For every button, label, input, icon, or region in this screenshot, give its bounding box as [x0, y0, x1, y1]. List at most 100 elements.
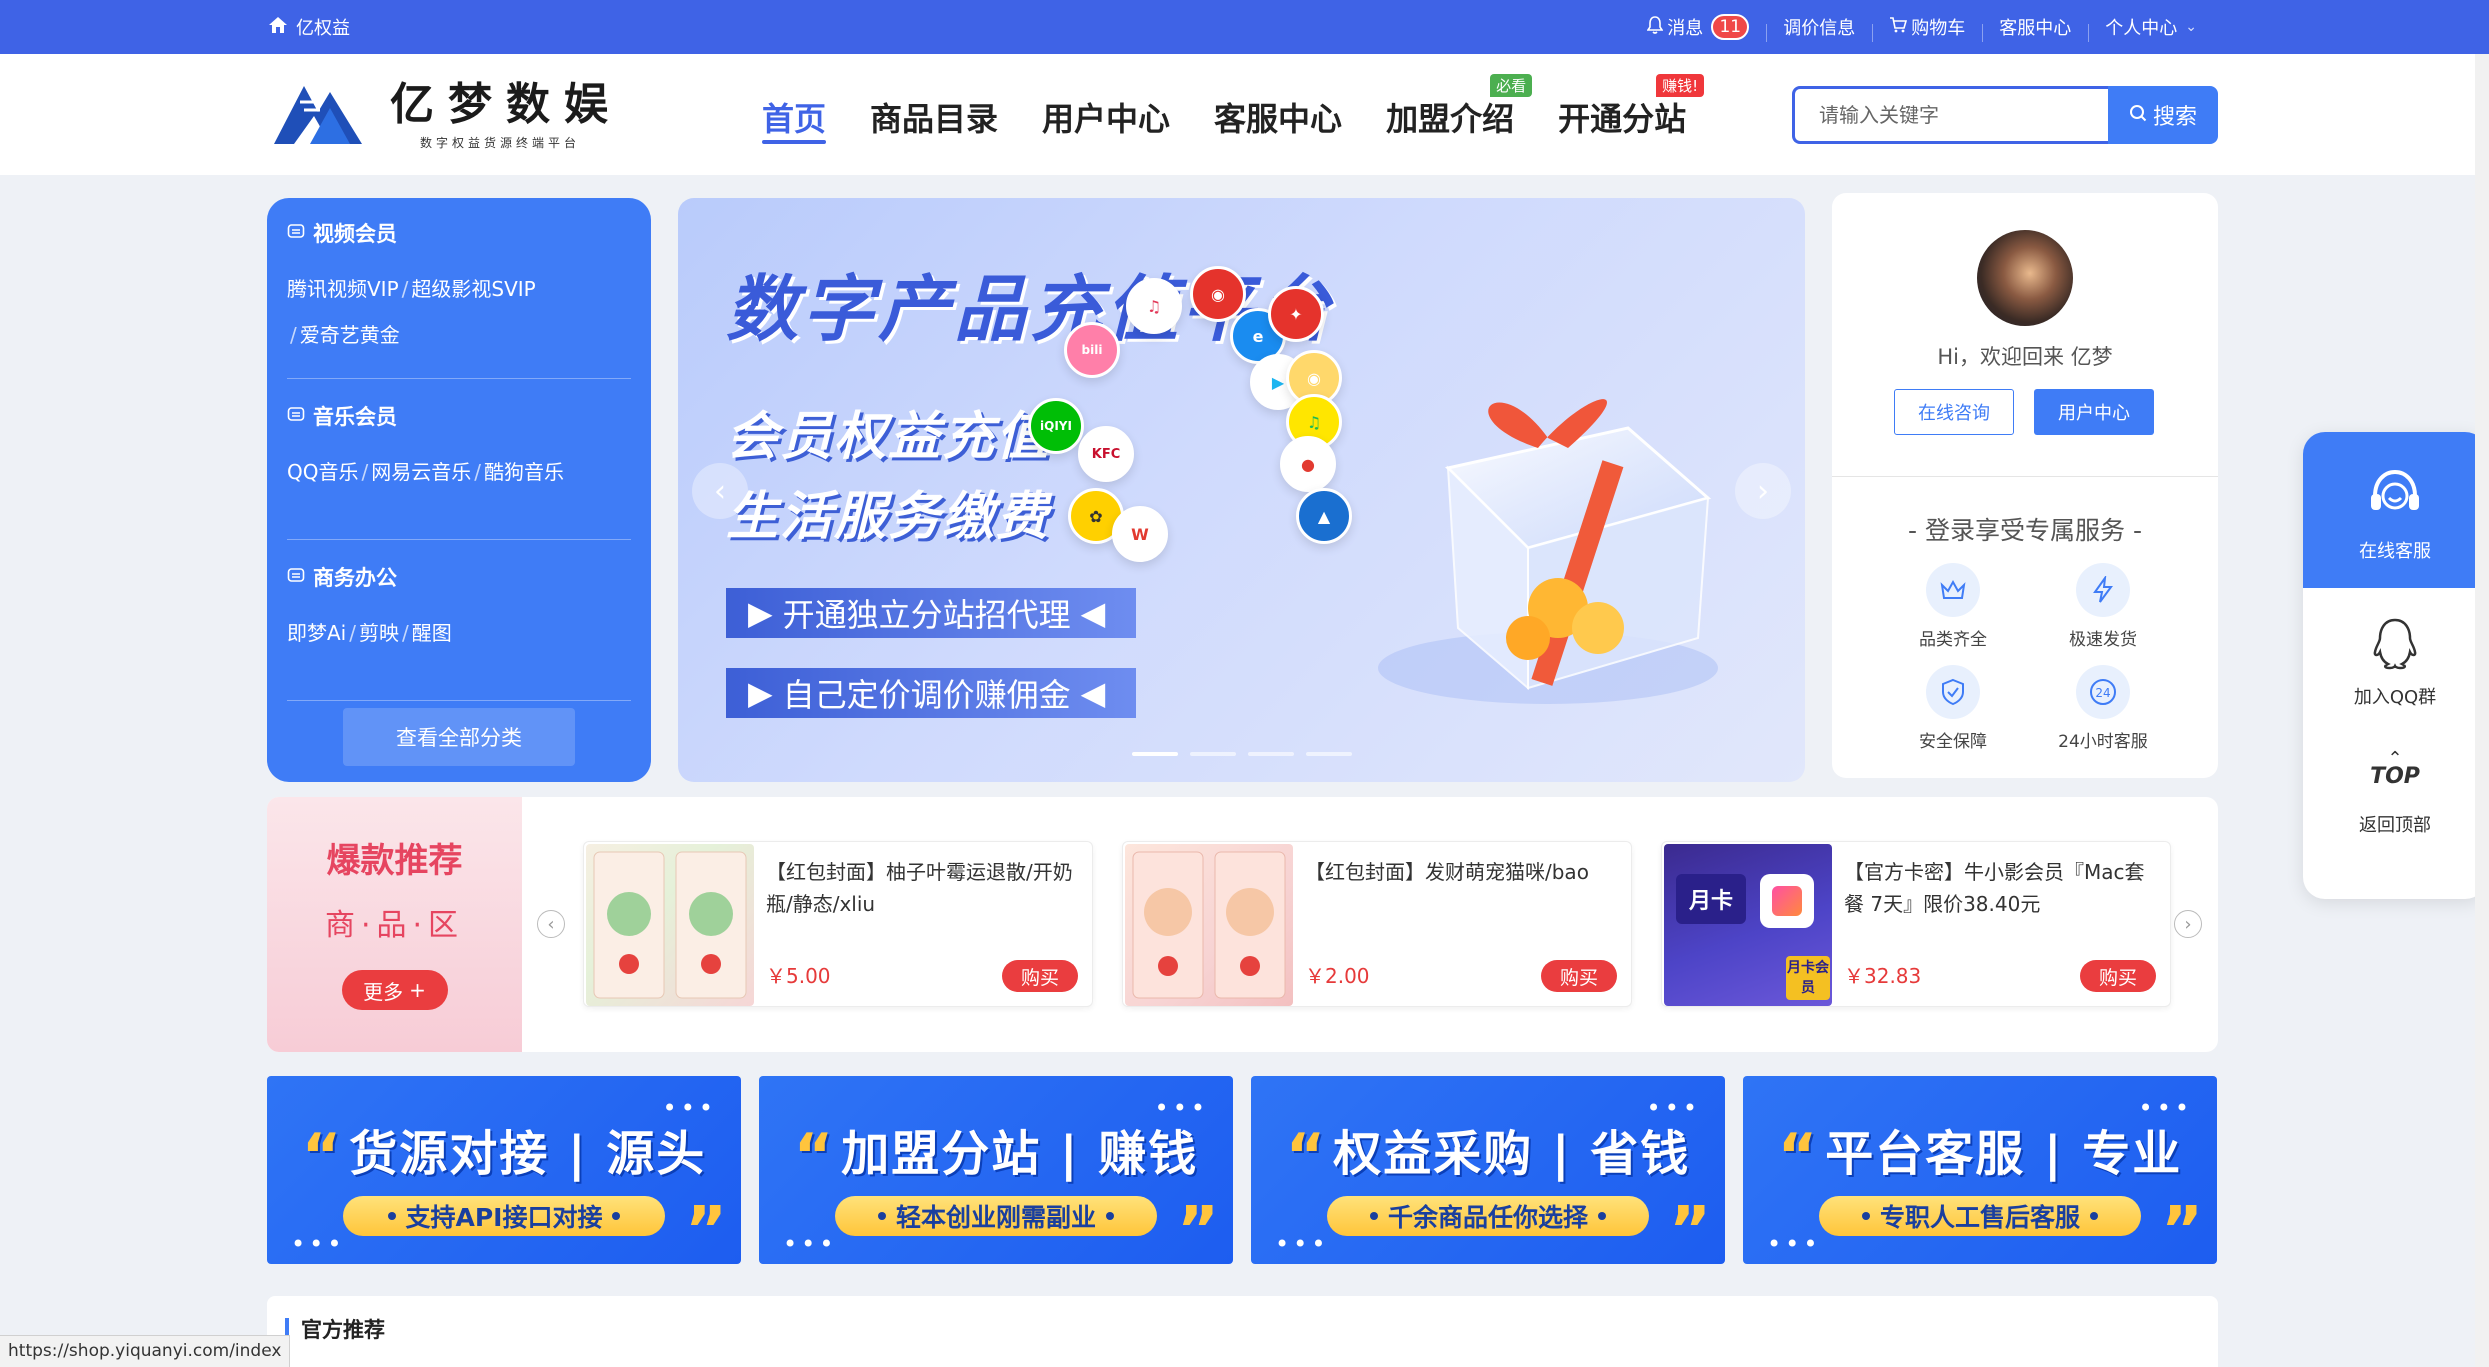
- feature-card-franchise[interactable]: ••• “加盟分站 | 赚钱 轻本创业刚需副业 ” •••: [759, 1076, 1233, 1264]
- banner-dot[interactable]: [1132, 752, 1178, 756]
- price-info-label: 调价信息: [1783, 18, 1856, 39]
- qq-penguin-icon: [2303, 616, 2487, 675]
- category-link[interactable]: 醒图: [412, 621, 452, 645]
- category-music-title: 音乐会员: [313, 405, 397, 429]
- product-card[interactable]: 【红包封面】发财萌宠猫咪/bao ￥2.00 购买: [1122, 841, 1632, 1007]
- quote-close-icon: ”: [1668, 1194, 1711, 1264]
- category-link[interactable]: 爱奇艺黄金: [300, 323, 400, 347]
- logo[interactable]: 亿梦数娱 数字权益货源终端平台: [270, 68, 622, 151]
- clock-24-icon: 24: [2076, 665, 2130, 719]
- banner-dot[interactable]: [1190, 752, 1236, 756]
- user-panel: Hi，欢迎回来 亿梦 在线咨询 用户中心 - 登录享受专属服务 - 品类齐全 极…: [1832, 193, 2218, 778]
- feature-title-b: 省钱: [1590, 1126, 1691, 1182]
- official-recommend-section: 官方推荐: [267, 1296, 2218, 1367]
- product-title: 【官方卡密】牛小影会员『Mac套餐 7天』限价38.40元: [1844, 860, 2145, 916]
- product-title: 【红包封面】发财萌宠猫咪/bao: [1305, 860, 1589, 884]
- nav-open-substation[interactable]: 开通分站 赚钱!: [1536, 74, 1708, 144]
- feature-title-a: 平台客服: [1825, 1126, 2026, 1182]
- official-recommend-title: 官方推荐: [285, 1318, 385, 1342]
- nav-home[interactable]: 首页: [740, 94, 848, 144]
- arrow-left-icon: ◀: [1080, 674, 1106, 712]
- buy-button[interactable]: 购买: [1002, 960, 1078, 992]
- feature-card-supply[interactable]: ••• “货源对接 | 源头 支持API接口对接 ” •••: [267, 1076, 741, 1264]
- product-thumbnail: [586, 844, 754, 1006]
- product-card[interactable]: 【红包封面】柚子叶霉运退散/开奶瓶/静态/xliu ￥5.00 购买: [583, 841, 1093, 1007]
- logo-mountain-icon: [270, 72, 380, 148]
- qq-music-icon: ♫: [1126, 278, 1182, 334]
- feature-slogan: 千余商品任你选择: [1387, 1203, 1588, 1232]
- banner-gift-illustration: [1328, 308, 1768, 728]
- messages-link[interactable]: 消息 11: [1630, 14, 1766, 40]
- avatar[interactable]: [1977, 230, 2073, 326]
- play-icon: ▶: [748, 594, 773, 632]
- nav-user-center[interactable]: 用户中心: [1020, 94, 1192, 144]
- buy-button[interactable]: 购买: [1541, 960, 1617, 992]
- category-link[interactable]: 酷狗音乐: [484, 460, 564, 484]
- banner-pill-1: ▶ 开通独立分站招代理 ◀: [726, 588, 1136, 638]
- user-center-button[interactable]: 用户中心: [2034, 389, 2154, 435]
- category-link[interactable]: QQ音乐: [287, 460, 358, 484]
- cart-icon: [1889, 16, 1908, 38]
- service-label: 安全保障: [1919, 732, 1987, 752]
- feature-title-a: 货源对接: [349, 1126, 550, 1182]
- banner-next-button[interactable]: ›: [1735, 463, 1791, 519]
- online-service-button[interactable]: 在线客服: [2303, 432, 2487, 588]
- personal-center-dropdown[interactable]: 个人中心 ⌄: [2088, 14, 2214, 42]
- product-card[interactable]: 月卡 月卡会员 【官方卡密】牛小影会员『Mac套餐 7天』限价38.40元 ￥3…: [1661, 841, 2171, 1007]
- nav-franchise-label: 加盟介绍: [1386, 100, 1515, 138]
- hero-banner[interactable]: 数字产品充值平台 会员权益充值 生活服务缴费 ▶ 开通独立分站招代理 ◀ ▶ 自…: [678, 198, 1805, 782]
- quote-close-icon: ”: [1176, 1194, 1219, 1264]
- service-center-link[interactable]: 客服中心: [1982, 14, 2088, 42]
- banner-dot[interactable]: [1248, 752, 1294, 756]
- kfc-icon: KFC: [1078, 426, 1134, 482]
- banner-dot[interactable]: [1306, 752, 1352, 756]
- back-to-top-button[interactable]: ⌃ TOP 返回顶部: [2303, 736, 2487, 837]
- feature-card-purchase[interactable]: ••• “权益采购 | 省钱 千余商品任你选择 ” •••: [1251, 1076, 1725, 1264]
- quote-open-icon: “: [793, 1121, 836, 1191]
- feature-title-b: 赚钱: [1098, 1126, 1199, 1182]
- view-all-categories-button[interactable]: 查看全部分类: [343, 708, 575, 766]
- feature-title-b: 源头: [606, 1126, 707, 1182]
- service-item[interactable]: 极速发货: [2038, 563, 2168, 650]
- category-link[interactable]: 即梦Ai: [287, 621, 346, 645]
- nav-service-center[interactable]: 客服中心: [1192, 94, 1364, 144]
- divider: [1832, 476, 2218, 477]
- feature-card-support[interactable]: ••• “平台客服 | 专业 专职人工售后客服 ” •••: [1743, 1076, 2217, 1264]
- nav-franchise[interactable]: 加盟介绍 必看: [1364, 74, 1536, 144]
- price-info-link[interactable]: 调价信息: [1766, 14, 1872, 42]
- site-home-link[interactable]: 亿权益: [268, 14, 350, 40]
- cart-link[interactable]: 购物车: [1872, 14, 1982, 42]
- buy-button[interactable]: 购买: [2080, 960, 2156, 992]
- nav-open-substation-label: 开通分站: [1558, 100, 1687, 138]
- hot-more-button[interactable]: 更多 +: [341, 970, 448, 1010]
- service-item[interactable]: 品类齐全: [1888, 563, 2018, 650]
- search-bar: 搜索: [1792, 86, 2218, 144]
- carousel-prev-button[interactable]: ‹: [537, 910, 565, 938]
- carousel-next-button[interactable]: ›: [2174, 910, 2202, 938]
- banner-prev-button[interactable]: ‹: [692, 463, 748, 519]
- search-button[interactable]: 搜索: [2108, 86, 2218, 144]
- page-scrollbar[interactable]: [2475, 54, 2489, 1367]
- service-item[interactable]: 24 24小时客服: [2038, 665, 2168, 752]
- chevron-right-icon: ›: [2184, 913, 2192, 935]
- product-thumbnail: [1125, 844, 1293, 1006]
- service-item[interactable]: 安全保障: [1888, 665, 2018, 752]
- join-qq-group-button[interactable]: 加入QQ群: [2303, 588, 2487, 736]
- feature-title-a: 加盟分站: [841, 1126, 1042, 1182]
- category-link[interactable]: 腾讯视频VIP: [287, 277, 399, 301]
- nav-catalog[interactable]: 商品目录: [848, 94, 1020, 144]
- category-office: 商务办公 即梦Ai / 剪映 / 醒图: [287, 562, 631, 701]
- service-label: 极速发货: [2069, 630, 2137, 650]
- search-input[interactable]: [1792, 86, 2108, 144]
- feature-title-b: 专业: [2082, 1126, 2183, 1182]
- product-price: ￥2.00: [1305, 964, 1370, 988]
- category-link[interactable]: 网易云音乐: [371, 460, 471, 484]
- quote-close-icon: ”: [684, 1194, 727, 1264]
- lightning-icon: [2076, 563, 2130, 617]
- floating-sidebar: 在线客服 加入QQ群 ⌃ TOP 返回顶部: [2303, 432, 2487, 899]
- online-consult-button[interactable]: 在线咨询: [1894, 389, 2014, 435]
- category-link[interactable]: 剪映: [359, 621, 399, 645]
- category-link[interactable]: 超级影视SVIP: [411, 277, 535, 301]
- messages-count-badge: 11: [1711, 14, 1750, 40]
- status-bar-url: https://shop.yiquanyi.com/index: [0, 1335, 291, 1367]
